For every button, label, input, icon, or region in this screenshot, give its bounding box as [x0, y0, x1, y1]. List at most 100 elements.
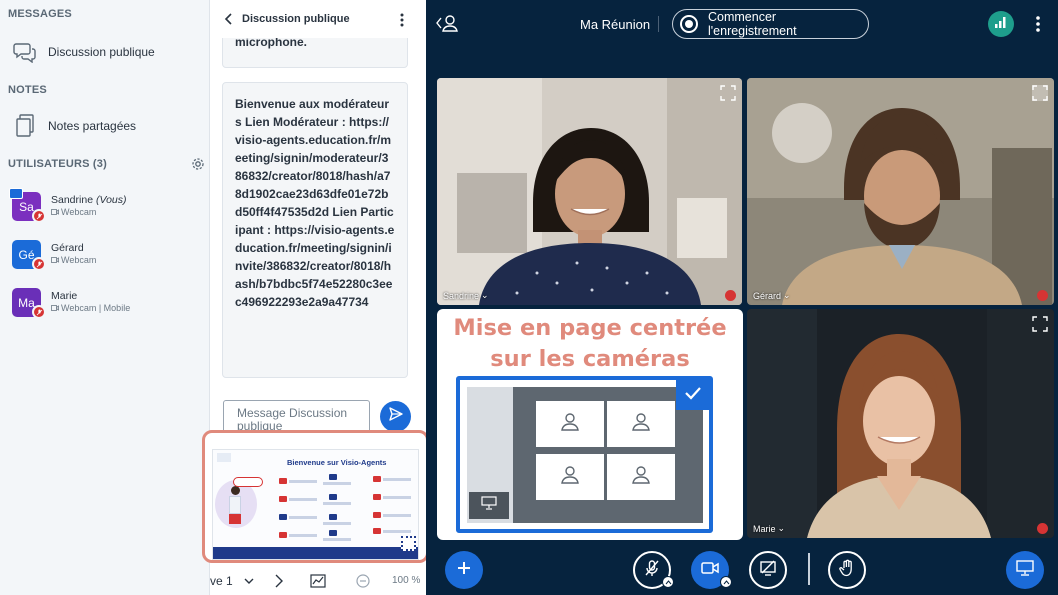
- video-tile-gerard[interactable]: Gérard ⌄: [747, 78, 1054, 305]
- user-icon: [560, 412, 580, 437]
- speech-bubble: [233, 477, 263, 487]
- user-icon: [631, 465, 651, 490]
- slide-footer: [213, 547, 418, 559]
- slide-item-text: [323, 502, 351, 505]
- you-tag: (Vous): [95, 194, 127, 206]
- layout-presentation-slot: [469, 492, 509, 519]
- chevron-right-icon[interactable]: [274, 574, 284, 591]
- signal-bars-icon: [994, 15, 1008, 34]
- layout-camera-slot: [607, 401, 675, 447]
- tile-name-label: Sandrine ⌄: [443, 290, 489, 301]
- muted-mic-icon: [32, 209, 46, 223]
- character-head: [231, 486, 240, 495]
- slide-item-icon: [329, 474, 337, 480]
- hand-icon: [838, 559, 856, 582]
- fullscreen-icon[interactable]: [720, 85, 736, 101]
- chart-icon[interactable]: [310, 574, 326, 591]
- camera-focused-layout-preview[interactable]: [456, 376, 713, 533]
- user-status: Webcam: [51, 255, 96, 265]
- meeting-title: Ma Réunion: [580, 17, 651, 32]
- slide-selector[interactable]: ve 1: [210, 574, 233, 588]
- slide-item-text: [383, 496, 411, 499]
- chevron-down-icon[interactable]: [244, 576, 254, 588]
- slide-item-text: [323, 482, 351, 485]
- character-skirt: [229, 514, 241, 524]
- public-chat-item[interactable]: Discussion publique: [0, 35, 210, 69]
- screen-share-off-icon: [759, 560, 777, 581]
- chat-header: Discussion publique: [210, 0, 426, 38]
- zoom-level: 100 %: [392, 575, 421, 586]
- video-tile-marie[interactable]: Marie ⌄: [747, 309, 1054, 538]
- zoom-out-icon[interactable]: [356, 574, 370, 591]
- layout-preview-canvas: [467, 387, 703, 523]
- fullscreen-icon[interactable]: [1032, 316, 1048, 332]
- user-list-panel: MESSAGES Discussion publique NOTES Notes…: [0, 0, 210, 595]
- qr-code-icon: [401, 536, 416, 551]
- slide-item-text: [323, 522, 351, 525]
- slide-item-icon: [279, 514, 287, 520]
- record-button[interactable]: Commencer l'enregistrement: [672, 9, 869, 39]
- slide-item-icon: [373, 476, 381, 482]
- connection-status-button[interactable]: [988, 11, 1014, 37]
- user-name: Marie: [51, 290, 78, 302]
- public-chat-label: Discussion publique: [48, 45, 155, 59]
- muted-mic-icon: [1037, 523, 1048, 534]
- notes-section-title: NOTES: [8, 84, 47, 96]
- divider: [658, 16, 659, 32]
- slide-item-text: [289, 498, 317, 501]
- presentation-icon: [1016, 559, 1034, 581]
- presentation-thumbnail[interactable]: Bienvenue sur Visio-Agents: [202, 430, 429, 563]
- user-status-text: Webcam: [61, 207, 97, 217]
- video-camera-icon: [701, 561, 719, 580]
- webcam-icon: [51, 207, 59, 217]
- user-status: Webcam: [51, 207, 96, 217]
- fullscreen-icon[interactable]: [1032, 85, 1048, 101]
- callout-line-1: Mise en page centrée: [453, 315, 727, 341]
- user-item-marie[interactable]: Ma Marie Webcam | Mobile: [0, 284, 210, 324]
- presentation-slide: Bienvenue sur Visio-Agents: [212, 449, 419, 560]
- slide-item-icon: [329, 514, 337, 520]
- user-item-gerard[interactable]: Gé Gérard Webcam: [0, 236, 210, 276]
- slide-item-icon: [279, 478, 287, 484]
- chevron-up-icon[interactable]: [662, 576, 674, 588]
- slide-item-text: [289, 516, 317, 519]
- chevron-up-icon[interactable]: [720, 576, 732, 588]
- kebab-menu-icon[interactable]: [396, 12, 408, 28]
- muted-mic-icon: [32, 305, 46, 319]
- layout-camera-slot: [607, 454, 675, 500]
- slide-item-text: [323, 538, 351, 541]
- record-label: Commencer l'enregistrement: [708, 10, 797, 38]
- layout-camera-slot: [536, 454, 604, 500]
- slide-item-icon: [373, 512, 381, 518]
- record-icon: [680, 15, 698, 33]
- user-icon: [631, 412, 651, 437]
- shared-notes-item[interactable]: Notes partagées: [0, 109, 210, 143]
- muted-mic-icon: [32, 257, 46, 271]
- gear-icon[interactable]: [191, 157, 205, 171]
- actions-button[interactable]: [445, 551, 483, 589]
- send-button[interactable]: [380, 401, 411, 432]
- video-tile-sandrine[interactable]: Sandrine ⌄: [437, 78, 742, 305]
- presentation-toggle-button[interactable]: [1006, 551, 1044, 589]
- character-body: [229, 496, 241, 514]
- webcam-video: [437, 78, 742, 305]
- screen-share-button[interactable]: [749, 551, 787, 589]
- kebab-menu-icon[interactable]: [1032, 14, 1044, 34]
- user-item-sandrine[interactable]: Sa Sandrine (Vous) Webcam: [0, 188, 210, 228]
- presentation-toolbar: ve 1 100 %: [210, 568, 426, 595]
- webcam-icon: [51, 255, 59, 265]
- chevron-left-icon[interactable]: [222, 12, 236, 26]
- chat-message-input[interactable]: Message Discussion publique: [223, 400, 370, 434]
- chat-bubbles-icon: [12, 39, 38, 65]
- slide-title: Bienvenue sur Visio-Agents: [287, 458, 387, 467]
- callout-line-2: sur les caméras: [490, 346, 690, 372]
- mic-off-icon: [643, 559, 661, 582]
- user-list-toggle-icon[interactable]: [436, 13, 460, 33]
- slide-item-icon: [329, 530, 337, 536]
- send-icon: [388, 406, 404, 427]
- presentation-icon: [481, 496, 497, 515]
- raise-hand-button[interactable]: [828, 551, 866, 589]
- layout-callout: Mise en page centrée sur les caméras: [437, 309, 743, 540]
- divider: [808, 553, 810, 585]
- slide-item-icon: [279, 496, 287, 502]
